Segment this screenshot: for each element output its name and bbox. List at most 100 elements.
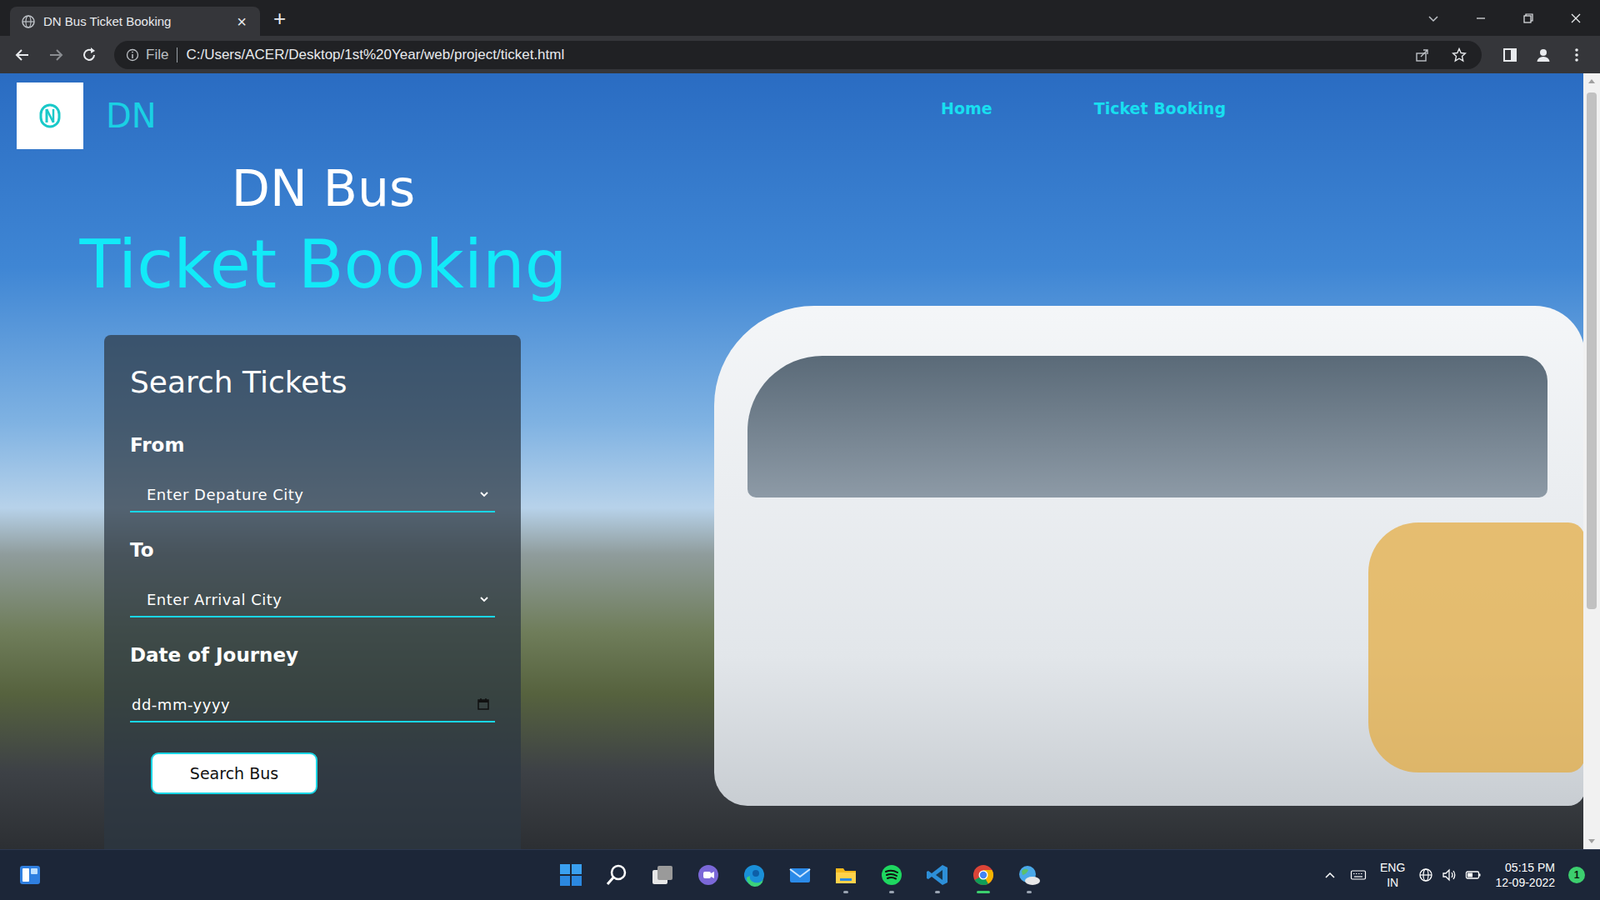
page-content: DNHomeTicket BookingDN BusTicket Booking… [0, 73, 1584, 850]
system-tray: ENGIN 05:15 PM12-09-2022 1 [1041, 860, 1600, 890]
search-button[interactable] [604, 856, 630, 894]
close-window-icon[interactable] [1569, 11, 1583, 25]
keyboard-icon[interactable] [1350, 868, 1367, 882]
quick-settings[interactable] [1418, 867, 1482, 883]
clock-date: 12-09-2022 [1495, 875, 1555, 890]
weather-app[interactable] [1016, 856, 1042, 894]
new-tab-button[interactable]: + [273, 7, 286, 30]
start-button[interactable] [558, 856, 584, 894]
date-input[interactable]: dd-mm-yyyy [130, 687, 495, 723]
address-bar[interactable]: FileC:/Users/ACER/Desktop/1st%20Year/web… [114, 40, 1482, 70]
show-hidden-icons-chevron-icon[interactable] [1323, 868, 1337, 882]
chevron-down-icon [478, 593, 490, 605]
hero-subtitle: Ticket Booking [65, 225, 582, 305]
tab-search-chevron-icon[interactable] [1426, 11, 1440, 25]
page-scrollbar[interactable] [1583, 73, 1600, 850]
vscode-icon [925, 862, 950, 888]
back-arrow-icon[interactable] [14, 46, 31, 64]
browser-tab[interactable]: DN Bus Ticket Booking × [10, 6, 260, 36]
language-code: ENG [1380, 860, 1405, 875]
info-icon[interactable] [125, 48, 140, 62]
spotify-icon [879, 862, 905, 888]
calendar-icon[interactable] [476, 697, 490, 711]
clock[interactable]: 05:15 PM12-09-2022 [1495, 860, 1555, 890]
city-select[interactable]: Enter Depature City [130, 477, 495, 513]
nav-link[interactable]: Ticket Booking [1094, 99, 1226, 118]
scroll-track [1583, 85, 1600, 837]
region-code: IN [1386, 875, 1399, 890]
bus-window [747, 355, 1548, 498]
mail-app[interactable] [787, 856, 813, 894]
select-placeholder: Enter Arrival City [146, 590, 479, 609]
task-view-icon [650, 862, 675, 888]
chevron-down-icon [478, 488, 490, 500]
menu-dots-icon[interactable] [1568, 46, 1585, 64]
running-indicator [976, 890, 990, 894]
city-select[interactable]: Enter Arrival City [130, 582, 495, 618]
field-label: To [130, 537, 495, 563]
edge-app[interactable] [741, 856, 767, 894]
running-indicator [843, 890, 849, 894]
nav-link[interactable]: Home [940, 99, 993, 118]
search-bus-button[interactable]: Search Bus [150, 752, 318, 795]
brand-name[interactable]: DN [105, 96, 157, 135]
running-indicator [889, 890, 895, 894]
folder-icon [833, 862, 859, 888]
minimize-icon[interactable] [1474, 11, 1488, 25]
spotify-app[interactable] [879, 856, 905, 894]
restore-icon[interactable] [1521, 11, 1535, 25]
chat-icon [695, 862, 721, 888]
mail-icon [787, 862, 813, 888]
search-card-title: Search Tickets [130, 364, 495, 401]
chat-app[interactable] [695, 856, 721, 894]
network-globe-icon [1418, 867, 1434, 883]
edge-icon [741, 862, 767, 888]
bookmark-star-icon[interactable] [1451, 47, 1467, 63]
scroll-up-arrow-icon[interactable] [1587, 77, 1596, 86]
dn-logo-icon [33, 99, 67, 133]
volume-icon [1441, 867, 1457, 883]
clock-time: 05:15 PM [1505, 860, 1555, 875]
weather-icon [1016, 862, 1042, 888]
running-indicator [1026, 890, 1032, 894]
date-placeholder: dd-mm-yyyy [131, 695, 477, 714]
windows-logo-icon [558, 862, 584, 888]
profile-icon[interactable] [1535, 46, 1552, 64]
logo[interactable] [16, 82, 84, 150]
screen: DN Bus Ticket Booking × + FileC:/Users/ACER… [0, 0, 1600, 900]
taskbar-left [0, 863, 559, 887]
main-nav: Home Ticket Booking [940, 99, 1226, 118]
task-view-button[interactable] [650, 856, 675, 894]
file-explorer-app[interactable] [833, 856, 859, 894]
chrome-app[interactable] [970, 856, 996, 894]
form-field: FromEnter Depature City [130, 432, 495, 513]
notification-badge[interactable]: 1 [1568, 866, 1585, 884]
globe-icon [21, 15, 35, 29]
reload-icon[interactable] [80, 46, 98, 64]
share-icon[interactable] [1415, 47, 1430, 63]
side-panel-icon[interactable] [1501, 46, 1519, 64]
battery-icon [1465, 867, 1482, 883]
input-language[interactable]: ENGIN [1380, 860, 1405, 890]
scroll-thumb[interactable] [1586, 92, 1597, 610]
web-page: DNHomeTicket BookingDN BusTicket Booking… [0, 73, 1584, 850]
vscode-app[interactable] [925, 856, 950, 894]
forward-arrow-icon[interactable] [47, 46, 65, 64]
hero-title: DN Bus [65, 158, 582, 219]
bus-stripe [1368, 522, 1584, 773]
select-placeholder: Enter Depature City [146, 485, 479, 504]
running-indicator [935, 890, 940, 894]
url-text[interactable]: C:/Users/ACER/Desktop/1st%20Year/web/pro… [185, 46, 565, 64]
site-header: DN Home Ticket Booking [0, 82, 1584, 150]
chrome-icon [970, 862, 996, 888]
scroll-down-arrow-icon[interactable] [1587, 836, 1596, 845]
widgets-icon[interactable] [18, 863, 42, 887]
search-icon [604, 862, 630, 888]
browser-toolbar: FileC:/Users/ACER/Desktop/1st%20Year/web… [0, 35, 1600, 74]
tab-close-button[interactable]: × [233, 13, 250, 30]
field-label: Date of Journey [130, 642, 495, 668]
bus-photo [714, 305, 1584, 806]
tab-strip: DN Bus Ticket Booking × + [0, 0, 1600, 36]
tab-title: DN Bus Ticket Booking [43, 14, 225, 29]
taskbar-apps [558, 856, 1042, 894]
